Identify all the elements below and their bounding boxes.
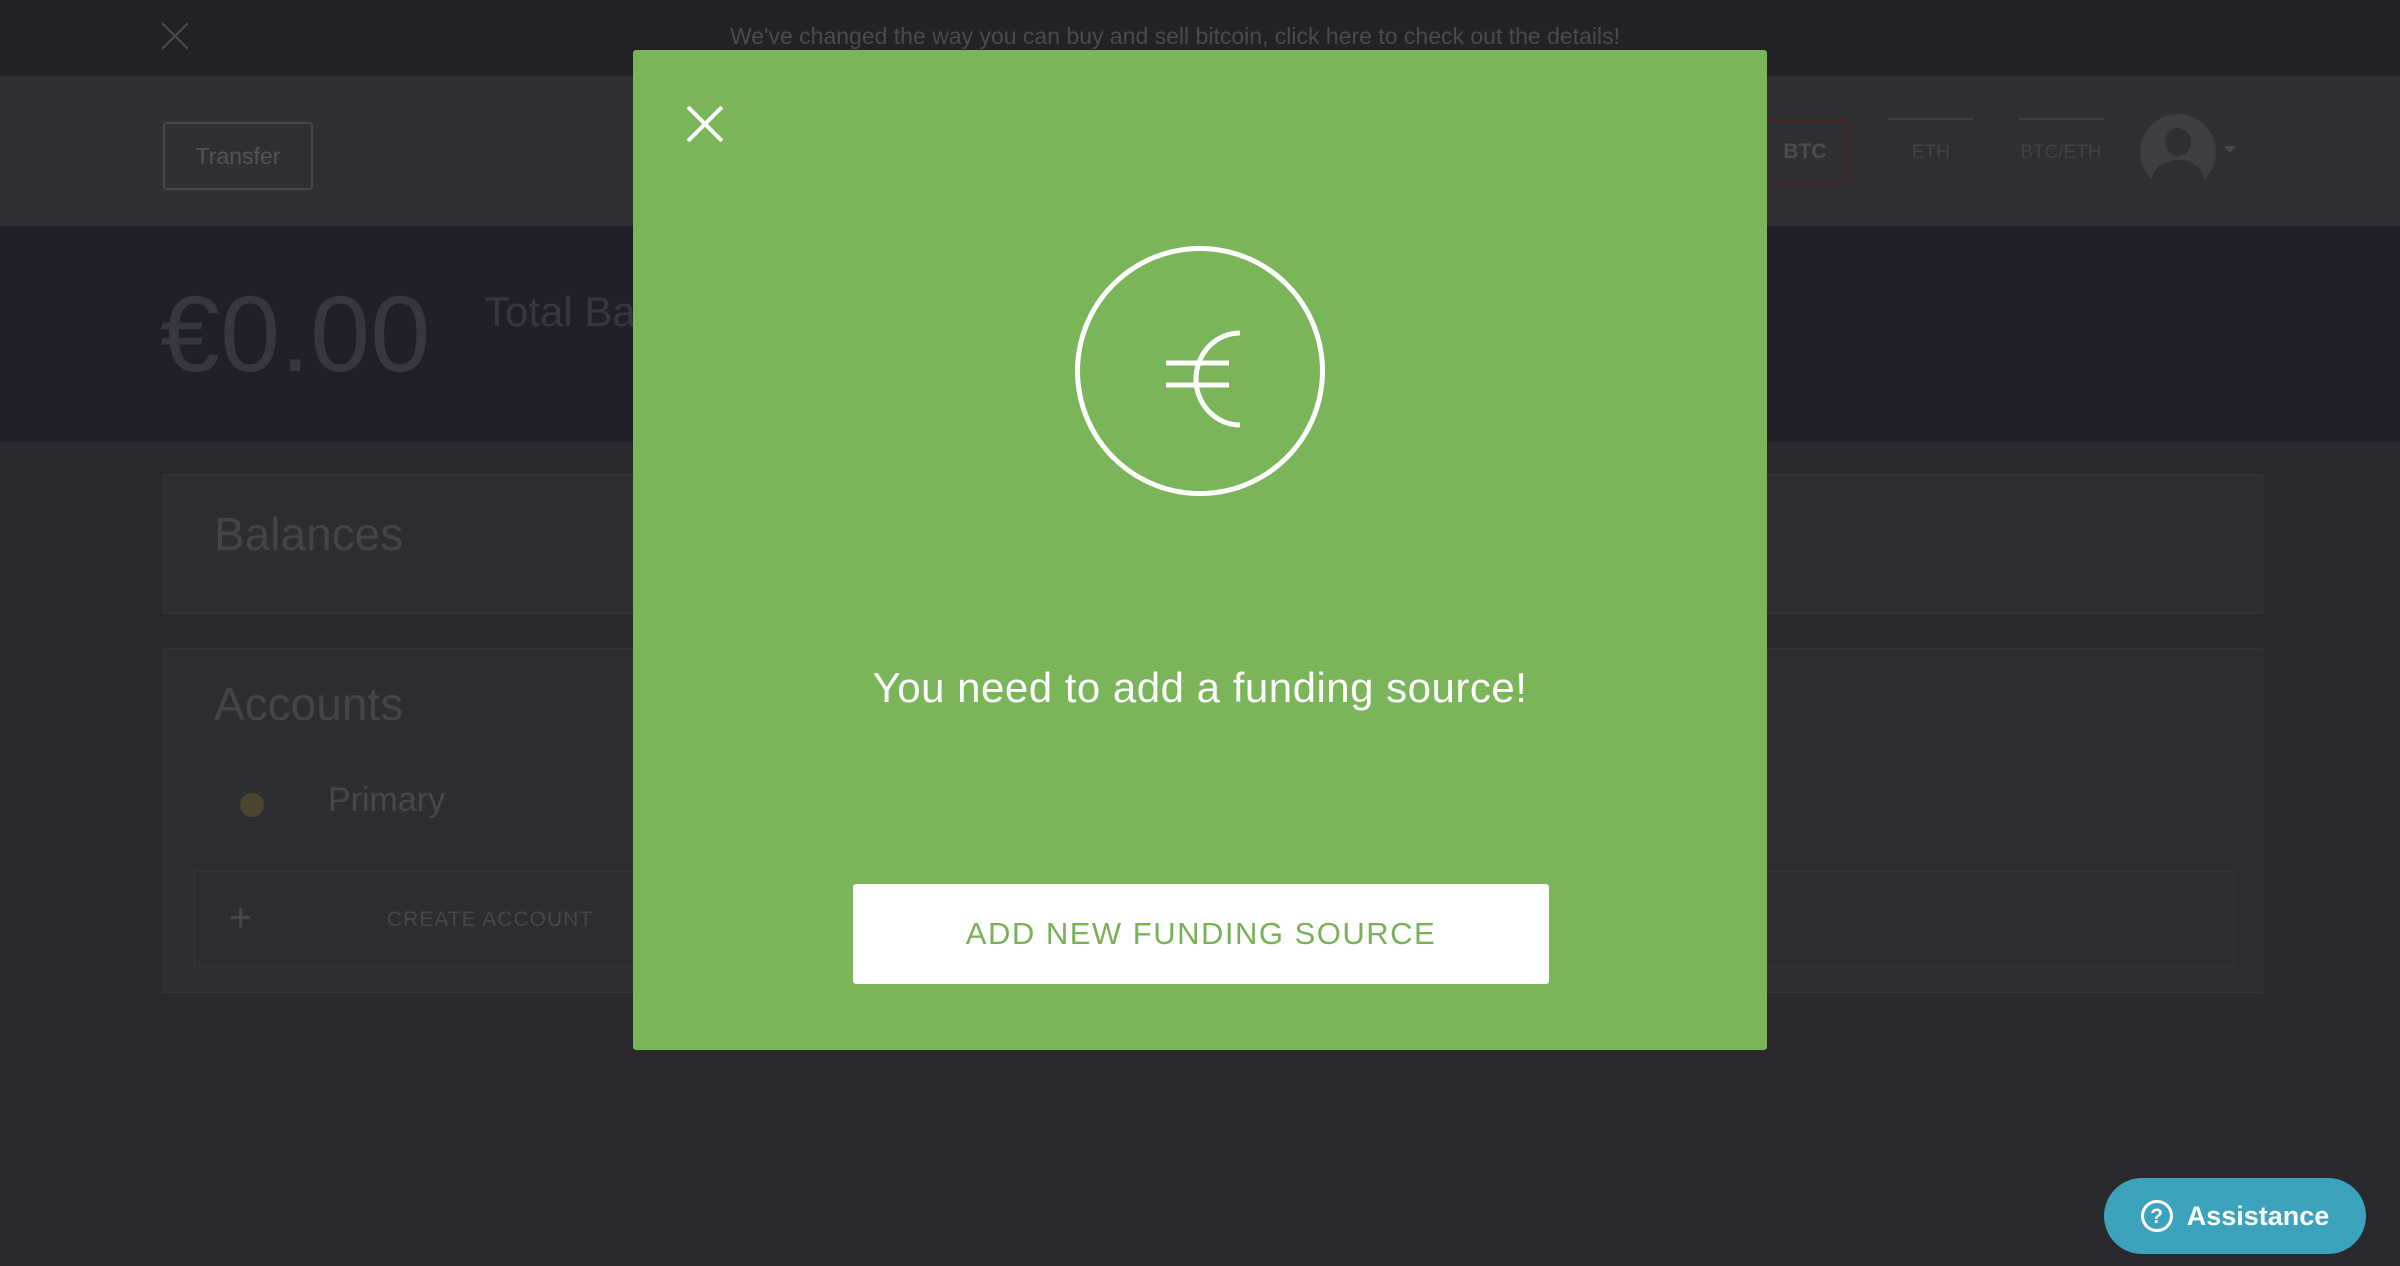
- chevron-down-icon[interactable]: [2224, 146, 2236, 153]
- balances-title: Balances: [214, 508, 404, 560]
- plus-icon: +: [229, 896, 253, 940]
- euro-icon: [1075, 246, 1325, 496]
- btc-button[interactable]: BTC: [1760, 120, 1850, 184]
- help-icon: ?: [2140, 1200, 2173, 1232]
- euro-symbol: [1166, 330, 1241, 428]
- funding-source-message: You need to add a funding source!: [872, 664, 1528, 711]
- create-account-label: CREATE ACCOUNT: [387, 908, 594, 931]
- assistance-label: Assistance: [2186, 1200, 2330, 1231]
- close-icon[interactable]: [685, 104, 725, 144]
- close-icon[interactable]: [157, 18, 193, 54]
- transfer-button[interactable]: Transfer: [163, 122, 313, 190]
- total-balance-amount: €0.00: [160, 273, 431, 394]
- accounts-title: Accounts: [214, 678, 404, 730]
- avatar[interactable]: [2140, 114, 2216, 190]
- assistance-button[interactable]: ? Assistance: [2104, 1178, 2366, 1254]
- tab-eth[interactable]: ETH: [1888, 118, 1974, 186]
- add-funding-source-button[interactable]: ADD NEW FUNDING SOURCE: [853, 884, 1549, 984]
- account-name: Primary: [328, 781, 446, 819]
- account-status-dot: [240, 793, 264, 817]
- announcement-link[interactable]: We've changed the way you can buy and se…: [730, 23, 1620, 50]
- funding-source-modal: You need to add a funding source! ADD NE…: [633, 50, 1767, 1050]
- tab-btc-eth[interactable]: BTC/ETH: [2018, 118, 2104, 186]
